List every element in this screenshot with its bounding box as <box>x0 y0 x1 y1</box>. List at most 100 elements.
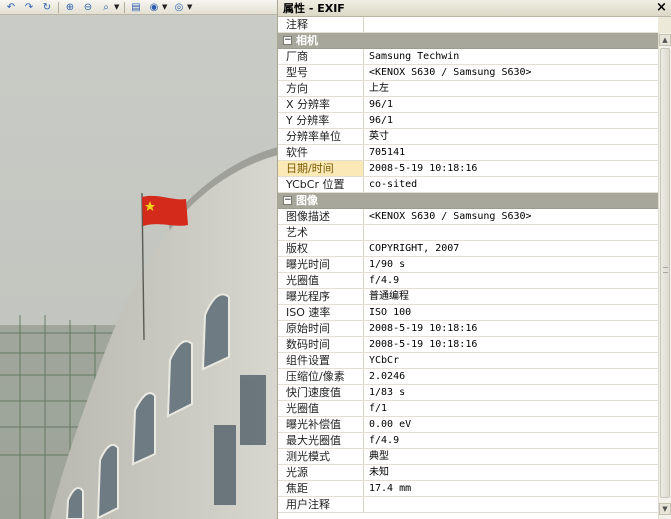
category-row[interactable]: − 图像 <box>278 193 658 209</box>
disc-dropdown-arrow-icon[interactable]: ▼ <box>187 1 193 14</box>
property-value[interactable]: 96/1 <box>365 97 658 112</box>
toolbar-separator <box>58 1 59 13</box>
print-icon[interactable]: ▤ <box>129 1 143 14</box>
property-value[interactable]: f/4.9 <box>365 433 658 448</box>
property-label: 图像描述 <box>278 209 364 224</box>
property-label: X 分辨率 <box>278 97 364 112</box>
scroll-up-arrow-icon[interactable]: ▲ <box>659 34 671 46</box>
property-label: 焦距 <box>278 481 364 496</box>
property-value[interactable]: 705141 <box>365 145 658 160</box>
property-value[interactable]: 2008-5-19 10:18:16 <box>365 337 658 352</box>
property-value[interactable]: YCbCr <box>365 353 658 368</box>
property-value[interactable]: Samsung Techwin <box>365 49 658 64</box>
property-row[interactable]: 软件 705141 <box>278 145 658 161</box>
property-value[interactable]: 2.0246 <box>365 369 658 384</box>
property-row[interactable]: 曝光时间 1/90 s <box>278 257 658 273</box>
property-value[interactable]: 普通编程 <box>365 289 658 304</box>
property-value[interactable]: 17.4 mm <box>365 481 658 496</box>
property-label: 光源 <box>278 465 364 480</box>
property-label: 光圈值 <box>278 273 364 288</box>
property-label: 注释 <box>278 17 364 32</box>
property-row[interactable]: 压缩位/像素 2.0246 <box>278 369 658 385</box>
property-value[interactable]: 1/83 s <box>365 385 658 400</box>
globe-icon[interactable]: ◉ <box>147 1 161 14</box>
property-label: 光圈值 <box>278 401 364 416</box>
property-row[interactable]: 快门速度值 1/83 s <box>278 385 658 401</box>
property-value[interactable]: ISO 100 <box>365 305 658 320</box>
disc-icon[interactable]: ◎ <box>172 1 186 14</box>
property-row[interactable]: 光圈值 f/1 <box>278 401 658 417</box>
property-row[interactable]: YCbCr 位置 co-sited <box>278 177 658 193</box>
zoom-in-icon[interactable]: ⊕ <box>63 1 77 14</box>
property-row[interactable]: 分辨率单位 英寸 <box>278 129 658 145</box>
property-row[interactable]: ISO 速率 ISO 100 <box>278 305 658 321</box>
property-row[interactable]: 版权 COPYRIGHT, 2007 <box>278 241 658 257</box>
property-row[interactable]: 原始时间 2008-5-19 10:18:16 <box>278 321 658 337</box>
property-value[interactable]: 上左 <box>365 81 658 96</box>
category-row[interactable]: − 相机 <box>278 33 658 49</box>
properties-panel: 属性 - EXIF × 注释 − 相机 厂商 Samsung Techwin 型号 <KEN… <box>277 0 671 519</box>
property-row[interactable]: 测光模式 典型 <box>278 449 658 465</box>
property-value[interactable]: 未知 <box>365 465 658 480</box>
redo-icon[interactable]: ↷ <box>22 1 36 14</box>
property-value[interactable]: COPYRIGHT, 2007 <box>365 241 658 256</box>
property-row[interactable]: 数码时间 2008-5-19 10:18:16 <box>278 337 658 353</box>
zoom-icon[interactable]: ⌕ <box>99 1 113 14</box>
property-row[interactable]: 曝光程序 普通编程 <box>278 289 658 305</box>
property-row[interactable]: 日期/时间 2008-5-19 10:18:16 <box>278 161 658 177</box>
property-value[interactable] <box>365 225 658 240</box>
property-value[interactable]: <KENOX S630 / Samsung S630> <box>365 65 658 80</box>
property-value[interactable] <box>365 17 658 32</box>
scroll-down-arrow-icon[interactable]: ▼ <box>659 503 671 515</box>
property-label: 压缩位/像素 <box>278 369 364 384</box>
property-row[interactable]: 曝光补偿值 0.00 eV <box>278 417 658 433</box>
property-row[interactable]: 焦距 17.4 mm <box>278 481 658 497</box>
property-row[interactable]: 艺术 <box>278 225 658 241</box>
scrollbar-thumb[interactable] <box>660 48 670 498</box>
property-row[interactable]: 光圈值 f/4.9 <box>278 273 658 289</box>
property-value[interactable]: <KENOX S630 / Samsung S630> <box>365 209 658 224</box>
refresh-icon[interactable]: ↻ <box>40 1 54 14</box>
property-value[interactable]: co-sited <box>365 177 658 192</box>
property-value[interactable]: 2008-5-19 10:18:16 <box>365 161 658 176</box>
property-value[interactable]: f/1 <box>365 401 658 416</box>
property-label: ISO 速率 <box>278 305 364 320</box>
globe-dropdown-arrow-icon[interactable]: ▼ <box>162 1 168 14</box>
property-value[interactable]: 2008-5-19 10:18:16 <box>365 321 658 336</box>
property-row[interactable]: 光源 未知 <box>278 465 658 481</box>
property-label: 原始时间 <box>278 321 364 336</box>
property-label: 型号 <box>278 65 364 80</box>
property-label: 曝光时间 <box>278 257 364 272</box>
scrollbar-grip <box>663 267 668 273</box>
vertical-scrollbar[interactable]: ▲ ▼ <box>658 33 671 519</box>
property-label: 测光模式 <box>278 449 364 464</box>
property-row[interactable]: 组件设置 YCbCr <box>278 353 658 369</box>
zoom-dropdown-arrow-icon[interactable]: ▼ <box>114 1 120 14</box>
property-value[interactable] <box>365 497 658 512</box>
property-row[interactable]: Y 分辨率 96/1 <box>278 113 658 129</box>
property-row[interactable]: 图像描述 <KENOX S630 / Samsung S630> <box>278 209 658 225</box>
property-value[interactable]: f/4.9 <box>365 273 658 288</box>
property-row[interactable]: 厂商 Samsung Techwin <box>278 49 658 65</box>
property-value[interactable]: 0.00 eV <box>365 417 658 432</box>
property-row[interactable]: X 分辨率 96/1 <box>278 97 658 113</box>
property-value[interactable]: 1/90 s <box>365 257 658 272</box>
property-row[interactable]: 最大光圈值 f/4.9 <box>278 433 658 449</box>
property-row[interactable]: 型号 <KENOX S630 / Samsung S630> <box>278 65 658 81</box>
property-label: 曝光程序 <box>278 289 364 304</box>
property-label: Y 分辨率 <box>278 113 364 128</box>
zoom-out-icon[interactable]: ⊖ <box>81 1 95 14</box>
undo-icon[interactable]: ↶ <box>4 1 18 14</box>
property-row[interactable]: 方向 上左 <box>278 81 658 97</box>
property-label: 厂商 <box>278 49 364 64</box>
close-button[interactable]: × <box>655 1 668 14</box>
toolbar-separator <box>124 1 125 13</box>
property-value[interactable]: 96/1 <box>365 113 658 128</box>
toolbar: ↶ ↷ ↻ ⊕ ⊖ ⌕ ▼ ▤ ◉ ▼ ◎ ▼ <box>0 0 277 15</box>
property-label: 日期/时间 <box>278 161 364 176</box>
photo-view[interactable] <box>0 15 278 519</box>
property-value[interactable]: 英寸 <box>365 129 658 144</box>
property-row[interactable]: 注释 <box>278 17 658 33</box>
property-row[interactable]: 用户注释 <box>278 497 658 513</box>
property-value[interactable]: 典型 <box>365 449 658 464</box>
